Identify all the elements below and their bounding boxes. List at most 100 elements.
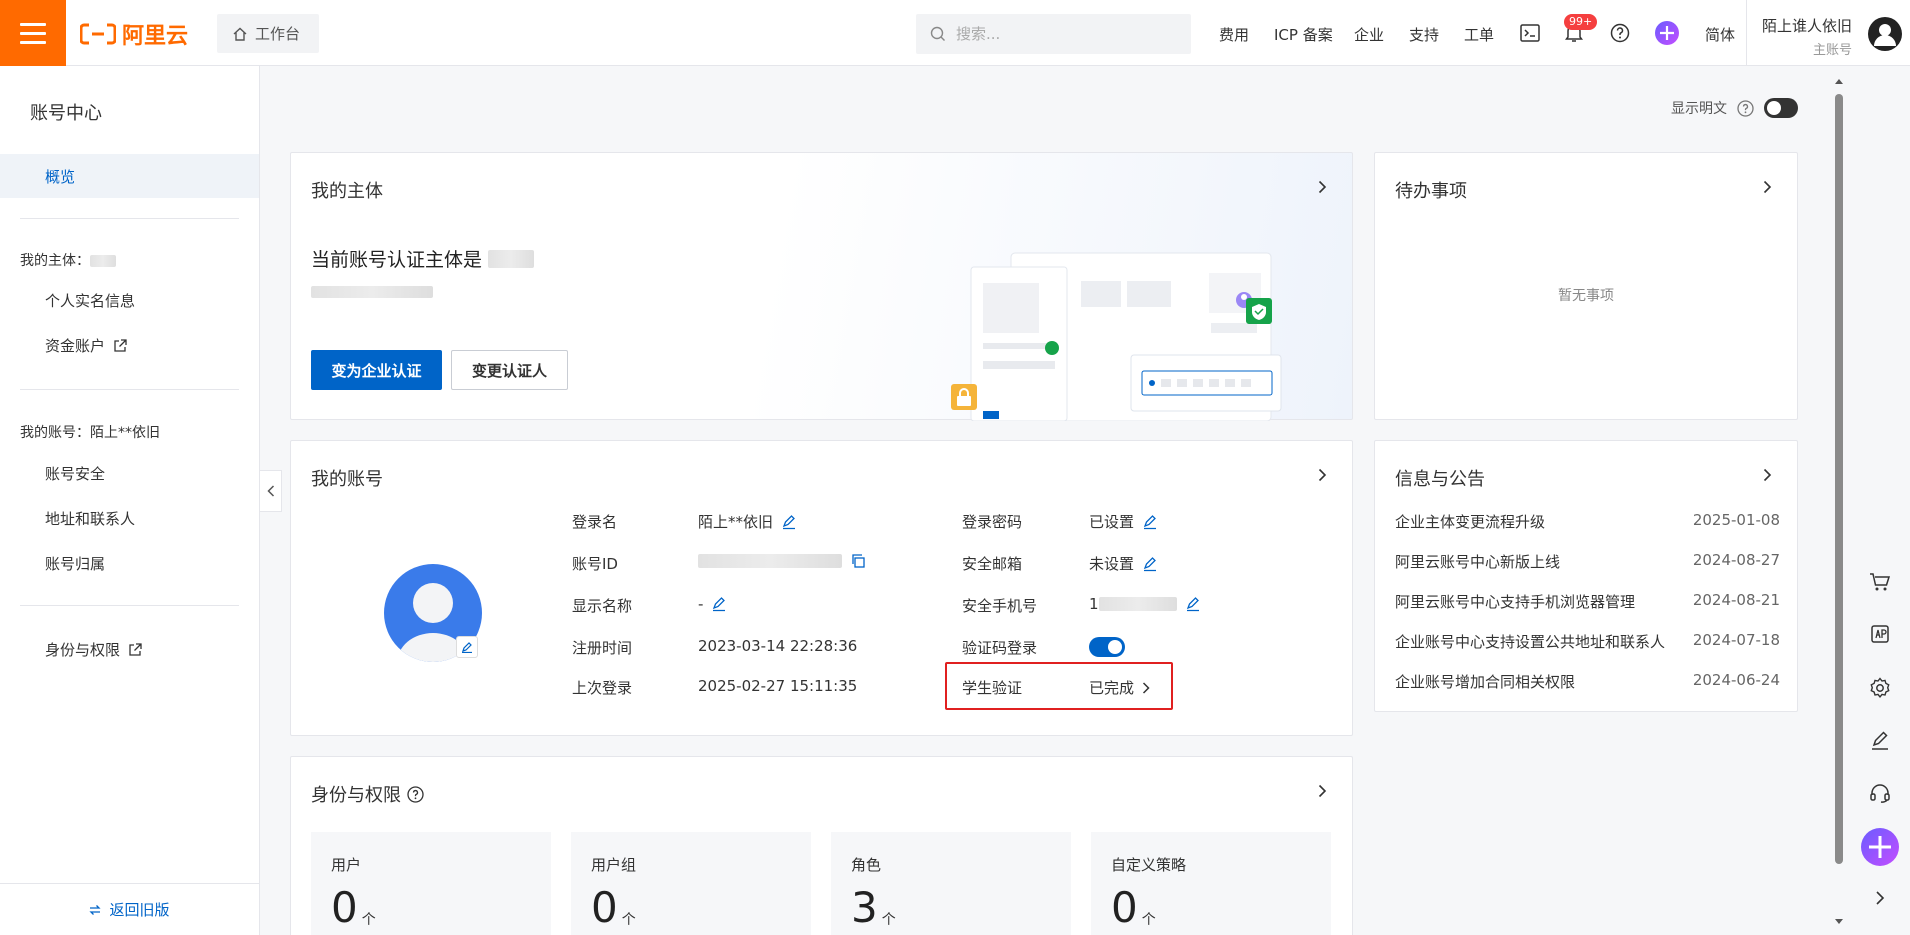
customer-service-headset-icon[interactable] [1866,779,1894,807]
settings-gear-icon[interactable] [1866,674,1894,702]
sidebar: 账号中心 概览 我的主体： 个人实名信息 资金账户 我的账号：陌上**依旧 账号… [0,66,260,935]
edit-phone-icon[interactable] [1185,596,1201,612]
back-to-old-version-button[interactable]: 返回旧版 [0,883,259,935]
search-input[interactable] [956,25,1156,43]
plaintext-toggle-row: 显示明文 [1671,98,1798,118]
language-switch[interactable]: 简体 [1705,24,1735,45]
entity-illustration [951,252,1282,421]
avatar-edit-icon[interactable] [456,636,478,658]
help-circle-icon[interactable] [1737,99,1754,117]
nav-ticket[interactable]: 工单 [1464,24,1494,45]
chevron-left-icon [266,485,274,497]
sidebar-item-account-security[interactable]: 账号安全 [45,463,105,484]
security-phone-value: 1 [1089,595,1201,613]
ai-assistant-icon[interactable] [1655,21,1679,45]
divider [20,218,239,219]
entity-card-chevron-right-icon[interactable] [1310,175,1334,199]
stat-users[interactable]: 用户 0个 [311,832,551,935]
sidebar-item-personal-info[interactable]: 个人实名信息 [45,290,135,311]
sidebar-item-identity-permissions[interactable]: 身份与权限 [45,639,142,660]
sidebar-group-account: 我的账号：陌上**依旧 [20,425,160,441]
swap-icon [89,904,102,915]
external-link-icon [114,338,127,352]
account-card: 我的账号 登录名 陌上**依旧 账号ID 显示名称 - 注册时间 2023-03… [290,440,1353,736]
plaintext-toggle-switch[interactable] [1764,98,1798,118]
edit-email-icon[interactable] [1142,556,1158,572]
identity-card: 身份与权限 用户 0个 用户组 0个 角色 3个 自定义策略 0个 [290,756,1353,935]
account-id-value [698,553,866,569]
identity-card-chevron-right-icon[interactable] [1310,779,1334,803]
todo-card-chevron-right-icon[interactable] [1755,175,1779,199]
user-name: 陌上谁人依旧 [1761,17,1852,35]
divider [20,389,239,390]
student-verification-link[interactable]: 已完成 [1089,677,1150,698]
edit-password-icon[interactable] [1142,514,1158,530]
feedback-edit-icon[interactable] [1866,727,1894,755]
nav-enterprise[interactable]: 企业 [1354,24,1384,45]
aliyun-logo[interactable]: 阿里云 [80,20,188,49]
display-name-value: - [698,595,727,613]
stat-custom-policies[interactable]: 自定义策略 0个 [1091,832,1331,935]
api-icon[interactable] [1866,620,1894,648]
ai-assistant-float-icon[interactable] [1861,828,1899,866]
account-card-chevron-right-icon[interactable] [1310,463,1334,487]
security-email-value: 未设置 [1089,553,1158,574]
help-icon[interactable] [1608,21,1632,45]
nav-support[interactable]: 支持 [1409,24,1439,45]
sidebar-collapse-button[interactable] [260,470,282,512]
expand-chevron-right-icon[interactable] [1866,884,1894,912]
home-icon [233,27,247,41]
user-avatar-icon [1868,17,1902,51]
student-verification-label: 学生验证 [962,679,1023,697]
login-password-label: 登录密码 [962,513,1023,531]
news-item[interactable]: 企业账号增加合同相关权限 2024-06-24 [1395,671,1780,692]
news-card-title: 信息与公告 [1395,469,1485,490]
entity-card-title: 我的主体 [311,181,383,202]
workbench-button[interactable]: 工作台 [217,14,319,53]
entity-name-masked [311,286,433,298]
terminal-icon[interactable] [1518,21,1542,45]
edit-login-name-icon[interactable] [781,514,797,530]
news-item[interactable]: 企业主体变更流程升级 2025-01-08 [1395,511,1780,532]
external-link-icon [129,642,142,656]
news-item[interactable]: 阿里云账号中心支持手机浏览器管理 2024-08-21 [1395,591,1780,612]
last-login-label: 上次登录 [572,679,633,697]
news-card-chevron-right-icon[interactable] [1755,463,1779,487]
main-scrollbar[interactable] [1833,76,1845,928]
change-certifier-button[interactable]: 变更认证人 [451,350,568,390]
register-time-value: 2023-03-14 22:28:36 [698,637,858,655]
copy-icon[interactable] [850,553,866,569]
news-item[interactable]: 企业账号中心支持设置公共地址和联系人 2024-07-18 [1395,631,1780,652]
aliyun-logo-icon [80,23,116,45]
entity-heading: 当前账号认证主体是 [311,245,535,272]
sidebar-item-account-ownership[interactable]: 账号归属 [45,553,105,574]
sidebar-title: 账号中心 [30,103,102,124]
identity-card-title: 身份与权限 [311,781,424,807]
nav-icp[interactable]: ICP 备案 [1274,24,1333,45]
help-circle-icon[interactable] [407,785,424,803]
login-name-label: 登录名 [572,513,618,531]
captcha-login-toggle[interactable] [1089,637,1125,657]
nav-billing[interactable]: 费用 [1219,24,1249,45]
sidebar-item-overview[interactable]: 概览 [0,154,259,198]
register-time-label: 注册时间 [572,639,633,657]
search-box[interactable] [916,14,1191,54]
workbench-label: 工作台 [255,25,301,43]
todo-card: 待办事项 暂无事项 [1374,152,1798,420]
stat-user-groups[interactable]: 用户组 0个 [571,832,811,935]
become-enterprise-button[interactable]: 变为企业认证 [311,350,442,390]
captcha-login-label: 验证码登录 [962,639,1038,657]
stat-roles[interactable]: 角色 3个 [831,832,1071,935]
user-menu[interactable]: 陌上谁人依旧 主账号 [1746,0,1910,66]
account-card-title: 我的账号 [311,469,383,490]
plaintext-label: 显示明文 [1671,101,1727,117]
chevron-right-icon [1142,681,1150,694]
cart-icon[interactable] [1866,568,1894,596]
login-name-value: 陌上**依旧 [698,511,797,532]
sidebar-item-address-contacts[interactable]: 地址和联系人 [45,508,135,529]
hamburger-menu-button[interactable] [0,0,66,66]
edit-display-name-icon[interactable] [711,596,727,612]
sidebar-item-fund-account[interactable]: 资金账户 [45,335,127,356]
news-item[interactable]: 阿里云账号中心新版上线 2024-08-27 [1395,551,1780,572]
news-card: 信息与公告 企业主体变更流程升级 2025-01-08 阿里云账号中心新版上线 20… [1374,440,1798,712]
